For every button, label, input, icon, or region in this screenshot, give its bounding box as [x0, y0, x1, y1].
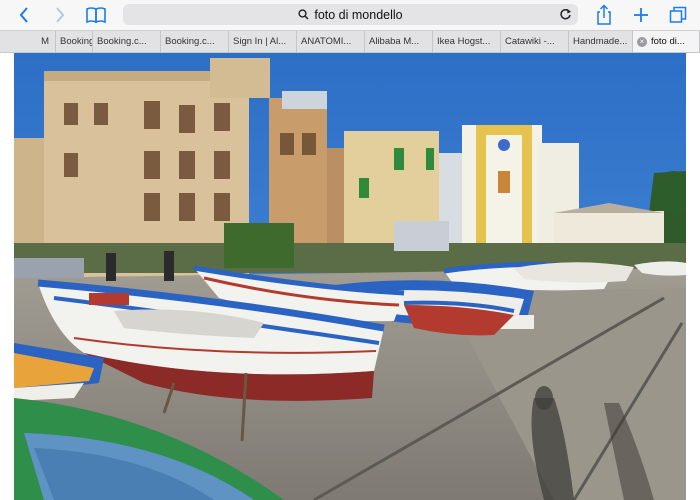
browser-toolbar: foto di mondello — [0, 0, 700, 30]
plus-icon — [634, 8, 648, 22]
new-tab-button[interactable] — [631, 3, 651, 27]
tab-item[interactable]: Booking.c... — [93, 31, 161, 52]
share-button[interactable] — [594, 3, 614, 27]
tab-item[interactable]: Handmade... — [569, 31, 633, 52]
tab-label: Alibaba M... — [369, 36, 420, 47]
close-tab-icon[interactable]: × — [637, 36, 647, 47]
reload-icon — [560, 8, 571, 20]
bookmarks-button[interactable] — [84, 3, 108, 27]
page-content — [0, 53, 700, 500]
tab-item-active[interactable]: × foto di... — [633, 31, 700, 52]
tab-label: Handmade... — [573, 36, 628, 47]
tab-label: Ikea Hogst... — [437, 36, 491, 47]
back-button[interactable] — [14, 3, 34, 27]
tab-label: Sign In | Al... — [233, 36, 287, 47]
tab-item[interactable]: Booking — [56, 31, 93, 52]
tab-item[interactable]: M — [0, 31, 56, 52]
reload-button[interactable] — [559, 7, 572, 21]
tab-strip: M Booking Booking.c... Booking.c... Sign… — [0, 30, 700, 53]
book-icon — [86, 7, 106, 24]
chevron-right-icon — [56, 7, 65, 23]
tab-label: Catawiki -... — [505, 36, 555, 47]
search-icon — [298, 9, 309, 20]
chevron-left-icon — [19, 7, 28, 23]
share-icon — [597, 4, 611, 25]
tab-label: Booking.c... — [165, 36, 215, 47]
tabs-overview-button[interactable] — [668, 3, 688, 27]
tab-item[interactable]: Ikea Hogst... — [433, 31, 501, 52]
forward-button[interactable] — [50, 3, 70, 27]
tab-label: foto di... — [651, 36, 685, 47]
tab-label: Booking — [60, 36, 93, 47]
tab-item[interactable]: Sign In | Al... — [229, 31, 297, 52]
tab-item[interactable]: ANATOMI... — [297, 31, 365, 52]
address-text: foto di mondello — [314, 7, 403, 22]
tab-item[interactable]: Catawiki -... — [501, 31, 569, 52]
tabs-icon — [669, 6, 687, 23]
tab-item[interactable]: Alibaba M... — [365, 31, 433, 52]
tab-label: M — [41, 36, 49, 47]
address-bar[interactable]: foto di mondello — [123, 4, 578, 25]
tab-item[interactable]: Booking.c... — [161, 31, 229, 52]
tab-label: Booking.c... — [97, 36, 147, 47]
harbor-photo — [14, 53, 686, 500]
tab-label: ANATOMI... — [301, 36, 352, 47]
